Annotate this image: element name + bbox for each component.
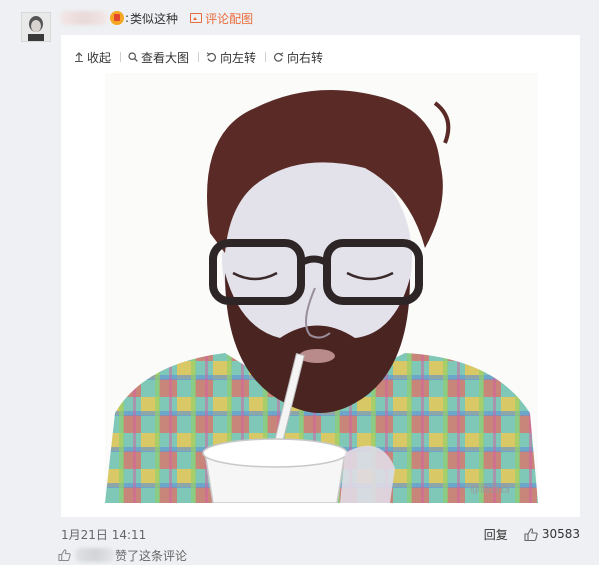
rotate-left-icon bbox=[206, 52, 217, 62]
like-count: 30583 bbox=[541, 527, 580, 541]
thumbs-up-icon bbox=[58, 549, 71, 561]
username-blurred[interactable] bbox=[60, 11, 108, 25]
liker-name-blurred[interactable] bbox=[75, 548, 115, 562]
collapse-label: 收起 bbox=[87, 50, 112, 65]
image-viewer-panel: 收起 查看大图 向左转 向右转 @面西西 bbox=[61, 35, 580, 517]
image-watermark: @面西西 bbox=[470, 484, 510, 495]
comment-text: 类似这种 bbox=[130, 11, 179, 26]
comment-header: : 类似这种 评论配图 bbox=[60, 10, 253, 26]
like-button[interactable]: 30583 bbox=[524, 527, 580, 541]
comment-image-link[interactable]: 评论配图 bbox=[190, 10, 253, 27]
toolbar-divider bbox=[265, 52, 267, 62]
rotate-right-label: 向右转 bbox=[287, 50, 324, 65]
toolbar-divider bbox=[120, 52, 122, 62]
liked-by-line: 赞了这条评论 bbox=[58, 547, 187, 563]
comment-image-label: 评论配图 bbox=[205, 11, 254, 26]
illustration-image bbox=[105, 73, 538, 503]
image-icon bbox=[190, 13, 203, 23]
comment-timestamp: 1月21日 14:11 bbox=[61, 527, 147, 542]
view-large-label: 查看大图 bbox=[141, 50, 190, 65]
liked-by-suffix: 赞了这条评论 bbox=[115, 548, 188, 563]
toolbar-divider bbox=[198, 52, 200, 62]
avatar[interactable] bbox=[21, 12, 51, 42]
comment-footer: 1月21日 14:11 回复 30583 bbox=[61, 526, 580, 542]
avatar-image bbox=[22, 13, 50, 41]
vip-badge-icon bbox=[110, 11, 124, 25]
reply-button[interactable]: 回复 bbox=[484, 526, 508, 543]
rotate-right-icon bbox=[274, 52, 284, 62]
image-toolbar: 收起 查看大图 向左转 向右转 bbox=[74, 48, 323, 66]
rotate-right-button[interactable]: 向右转 bbox=[273, 49, 323, 66]
colon-separator: : bbox=[125, 11, 130, 25]
rotate-left-button[interactable]: 向左转 bbox=[206, 49, 256, 66]
search-icon bbox=[128, 52, 138, 62]
view-large-button[interactable]: 查看大图 bbox=[128, 49, 189, 66]
collapse-button[interactable]: 收起 bbox=[74, 49, 111, 66]
thumbs-up-icon bbox=[524, 527, 538, 541]
comment-image[interactable]: @面西西 bbox=[105, 73, 538, 503]
collapse-icon bbox=[75, 52, 83, 62]
rotate-left-label: 向左转 bbox=[220, 50, 257, 65]
